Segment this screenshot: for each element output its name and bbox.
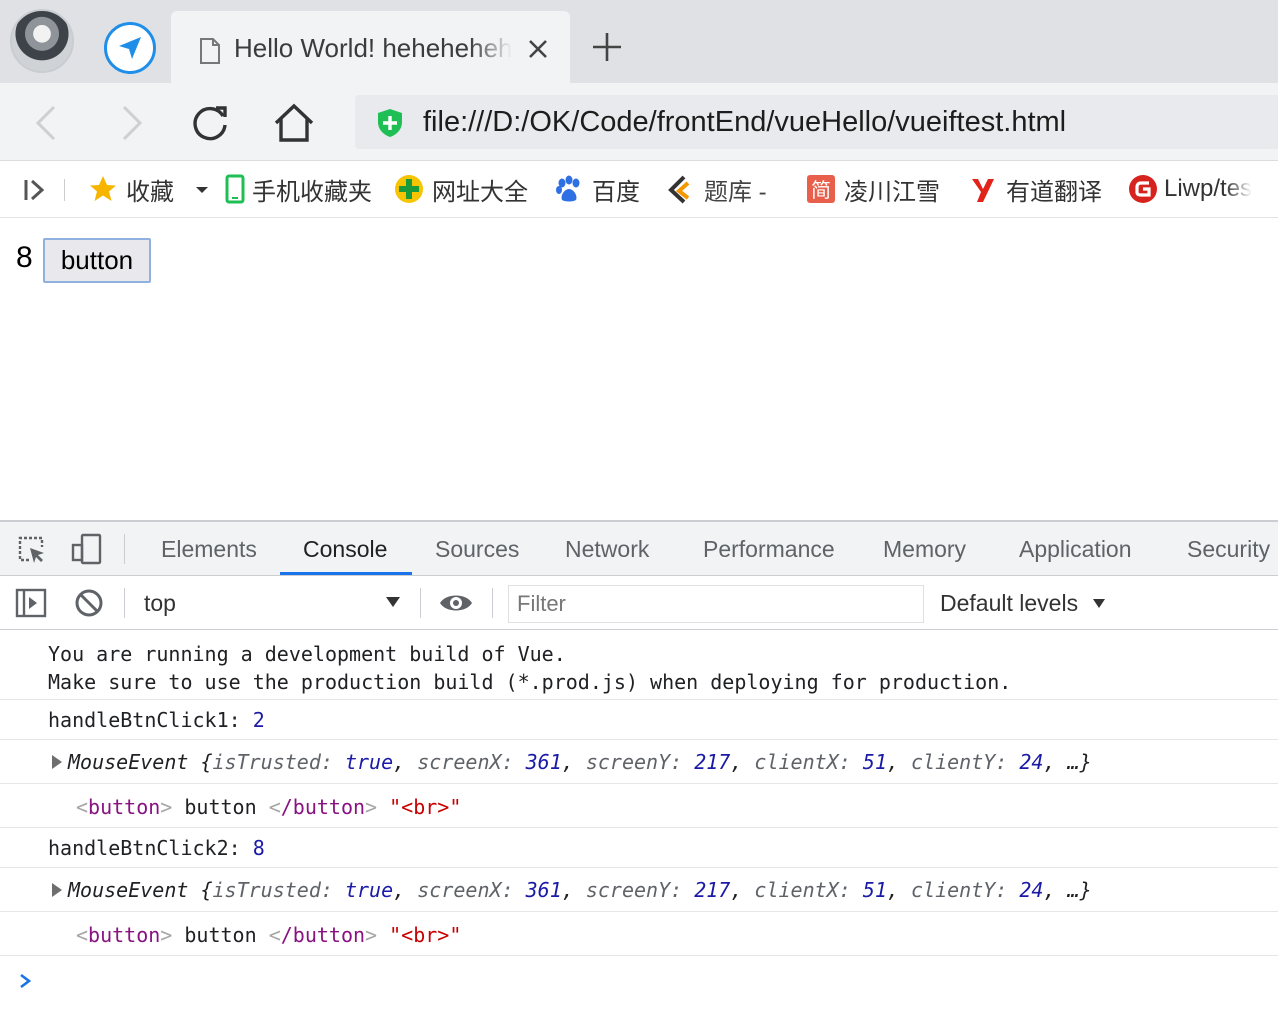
inspect-element-icon[interactable] — [16, 534, 48, 566]
warning-line: You are running a development build of V… — [48, 642, 566, 666]
address-bar[interactable]: file:///D:/OK/Code/frontEnd/vueHello/vue… — [355, 95, 1278, 149]
prompt-chevron-icon — [20, 973, 32, 989]
log-levels-label: Default levels — [940, 590, 1079, 616]
tab-console[interactable]: Console — [303, 522, 387, 575]
bookmark-favorites[interactable]: 收藏 — [88, 171, 174, 207]
bookmark-site-directory[interactable]: 网址大全 — [394, 171, 528, 207]
youdao-icon — [968, 174, 998, 204]
expand-triangle-icon[interactable] — [52, 883, 62, 897]
bookmark-label: 题库 - — [704, 178, 767, 206]
log-text: handleBtnClick1: 2 — [48, 708, 265, 732]
console-message: handleBtnClick2: 8 — [0, 828, 1278, 868]
log-levels-dropdown[interactable]: Default levels — [940, 588, 1106, 618]
toolbar-divider — [492, 588, 493, 618]
filter-input[interactable] — [508, 585, 924, 623]
log-text: handleBtnClick2: 8 — [48, 836, 265, 860]
show-sidebar-icon[interactable] — [15, 588, 47, 618]
toolbar-divider — [124, 534, 125, 564]
tab-sources[interactable]: Sources — [435, 522, 519, 575]
star-icon — [88, 174, 118, 204]
bookmark-label: 手机收藏夹 — [252, 178, 372, 206]
dom-node[interactable]: <button> button </button> "<br>" — [76, 793, 461, 821]
bookmark-label: 网址大全 — [432, 178, 528, 206]
chevron-down-icon — [1093, 599, 1106, 608]
security-shield-icon[interactable] — [376, 108, 404, 138]
browser-toolbar: file:///D:/OK/Code/frontEnd/vueHello/vue… — [0, 83, 1278, 161]
new-tab-plus-icon[interactable] — [590, 30, 624, 64]
bookmark-youdao[interactable]: 有道翻译 — [968, 171, 1102, 207]
bookmark-label: 百度 — [592, 178, 640, 206]
tab-network[interactable]: Network — [565, 522, 649, 575]
bookmark-label: 凌川江雪 — [844, 178, 940, 206]
live-expression-eye-icon[interactable] — [438, 589, 474, 617]
increment-button[interactable]: button — [43, 238, 151, 283]
clear-console-icon[interactable] — [74, 588, 104, 618]
tab-security[interactable]: Security — [1187, 522, 1270, 575]
jian-icon: 简 — [806, 174, 836, 204]
tab-performance[interactable]: Performance — [703, 522, 835, 575]
bookmark-lingchuanjiangxue[interactable]: 简 凌川江雪 — [806, 171, 940, 207]
document-icon — [200, 38, 220, 64]
devtools-tab-bar: Elements Console Sources Network Perform… — [0, 522, 1278, 576]
reload-icon[interactable] — [186, 99, 234, 147]
bookmark-question-bank[interactable]: 题库 - — [666, 171, 767, 207]
expand-triangle-icon[interactable] — [52, 755, 62, 769]
question-bank-icon — [666, 174, 696, 204]
tab-elements[interactable]: Elements — [161, 522, 257, 575]
gitee-icon — [1128, 174, 1158, 204]
bookmarks-bar: 收藏 手机收藏夹 网址大全 百度 题库 - 简 凌川江雪 有道翻译 Liwp/t… — [0, 161, 1278, 218]
toolbar-divider — [124, 588, 125, 618]
counter-value: 8 — [16, 241, 33, 274]
warning-line: Make sure to use the production build (*… — [48, 670, 1012, 694]
chevron-down-icon[interactable] — [385, 596, 401, 608]
console-message[interactable]: <button> button </button> "<br>" — [0, 784, 1278, 828]
console-message: You are running a development build of V… — [0, 630, 1278, 700]
context-selector[interactable]: top — [144, 588, 176, 618]
browser-tab[interactable]: Hello World! hehehehehe — [171, 11, 570, 83]
toolbar-divider — [420, 588, 421, 618]
console-message[interactable]: <button> button </button> "<br>" — [0, 912, 1278, 956]
bookmark-label: 收藏 — [126, 178, 174, 206]
tab-application[interactable]: Application — [1019, 522, 1132, 575]
site-directory-icon — [394, 174, 424, 204]
device-toolbar-icon[interactable] — [70, 532, 104, 566]
devtools-panel: Elements Console Sources Network Perform… — [0, 520, 1278, 1014]
home-icon[interactable] — [270, 99, 318, 147]
bookmark-label: 有道翻译 — [1006, 178, 1102, 206]
mouse-event-object[interactable]: MouseEvent {isTrusted: true, screenX: 36… — [68, 876, 1092, 904]
chevron-down-icon[interactable] — [195, 185, 209, 195]
bookmarks-divider — [64, 179, 65, 201]
mouse-event-object[interactable]: MouseEvent {isTrusted: true, screenX: 36… — [68, 748, 1092, 776]
bookmark-mobile[interactable]: 手机收藏夹 — [224, 171, 372, 207]
baidu-paw-icon — [554, 174, 584, 204]
console-output: You are running a development build of V… — [0, 630, 1278, 1016]
tab-memory[interactable]: Memory — [883, 522, 966, 575]
console-message[interactable]: MouseEvent {isTrusted: true, screenX: 36… — [0, 740, 1278, 784]
url-text: file:///D:/OK/Code/frontEnd/vueHello/vue… — [423, 106, 1067, 138]
console-prompt[interactable] — [0, 956, 1278, 1016]
back-arrow-icon[interactable] — [24, 99, 72, 147]
bookmark-baidu[interactable]: 百度 — [554, 171, 640, 207]
user-avatar[interactable] — [10, 9, 74, 73]
forward-arrow-icon[interactable] — [106, 99, 154, 147]
close-icon[interactable] — [525, 36, 551, 62]
console-message: handleBtnClick1: 2 — [0, 700, 1278, 740]
console-toolbar: top Default levels — [0, 576, 1278, 630]
svg-text:简: 简 — [811, 178, 831, 202]
sidebar-toggle-icon[interactable] — [22, 177, 48, 203]
console-message[interactable]: MouseEvent {isTrusted: true, screenX: 36… — [0, 868, 1278, 912]
bookmark-gitee[interactable]: Liwp/tes — [1128, 171, 1252, 207]
active-tab-indicator — [280, 572, 412, 575]
page-viewport: 8 button — [0, 218, 1278, 520]
browser-tab-strip: Hello World! hehehehehe — [0, 0, 1278, 83]
dom-node[interactable]: <button> button </button> "<br>" — [76, 921, 461, 949]
phone-icon — [224, 174, 246, 204]
navigation-arrow-icon[interactable] — [104, 22, 156, 74]
tab-title: Hello World! hehehehehe — [234, 33, 512, 63]
bookmark-label: Liwp/tes — [1164, 175, 1253, 202]
